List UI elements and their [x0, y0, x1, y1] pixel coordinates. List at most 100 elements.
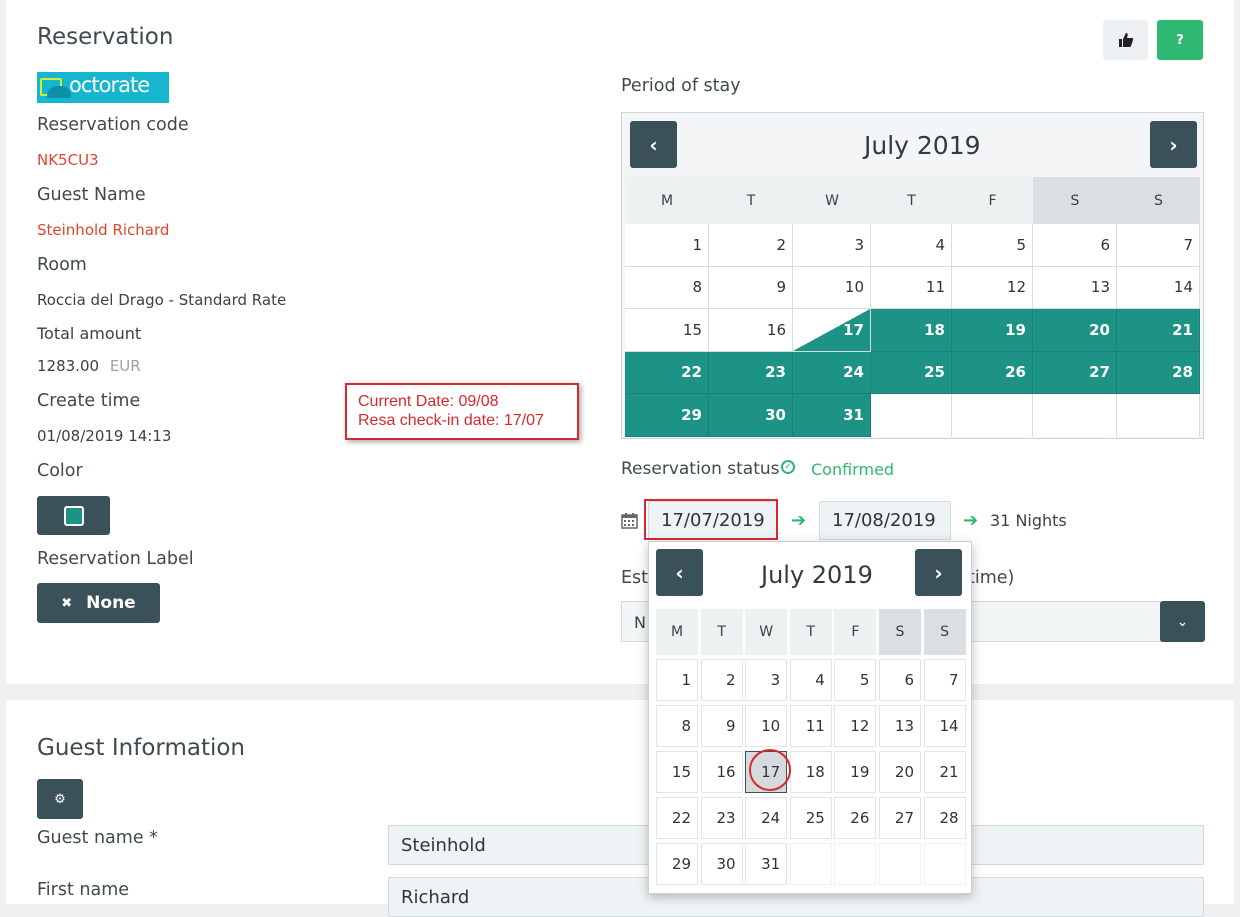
popup-calendar-day[interactable]: 1 — [656, 659, 698, 701]
popup-calendar-day[interactable]: 15 — [656, 751, 698, 793]
checkout-date-input[interactable]: 17/08/2019 — [819, 501, 951, 540]
help-button[interactable]: ? — [1157, 20, 1203, 60]
popup-calendar-day[interactable]: 3 — [745, 659, 788, 701]
popup-calendar-day[interactable]: 11 — [789, 705, 832, 747]
calendar-day[interactable]: 21 — [1117, 309, 1200, 352]
calendar-day[interactable]: 12 — [952, 266, 1033, 309]
room-value: Roccia del Drago - Standard Rate — [37, 291, 287, 309]
popup-calendar-day[interactable]: 18 — [789, 751, 832, 793]
calendar-day[interactable]: 24 — [793, 351, 871, 394]
calendar-day[interactable]: 4 — [871, 224, 952, 267]
weekday-header: S — [1033, 177, 1117, 224]
gears-icon: ⚙ — [54, 791, 66, 807]
popup-calendar-day[interactable]: 7 — [923, 659, 966, 701]
selected-day-circle — [749, 749, 791, 791]
calendar-day[interactable]: 20 — [1033, 309, 1117, 352]
period-calendar: ‹ July 2019 › M T W T F S S 1 2 3 4 5 6 7 8 9 10 11 12 13 14… — [621, 112, 1204, 439]
popup-calendar-day[interactable]: 24 — [745, 797, 788, 839]
calendar-day[interactable]: 22 — [625, 351, 709, 394]
create-time-value: 01/08/2019 14:13 — [37, 427, 172, 445]
calendar-empty-cell — [1117, 394, 1200, 437]
color-picker-button[interactable] — [37, 496, 110, 535]
calendar-day[interactable]: 30 — [709, 394, 793, 437]
calendar-day[interactable]: 5 — [952, 224, 1033, 267]
popup-calendar-day[interactable]: 14 — [923, 705, 966, 747]
calendar-next-button[interactable]: › — [1150, 121, 1197, 168]
first-name-field-label: First name — [37, 880, 130, 900]
calendar-day[interactable]: 29 — [625, 394, 709, 437]
reservation-code-label: Reservation code — [37, 115, 189, 135]
calendar-day[interactable]: 3 — [793, 224, 871, 267]
calendar-day[interactable]: 9 — [709, 266, 793, 309]
estimated-arrival-label-start: Est — [621, 568, 649, 588]
calendar-day[interactable]: 13 — [1033, 266, 1117, 309]
calendar-day[interactable]: 6 — [1033, 224, 1117, 267]
popup-calendar-day[interactable]: 8 — [656, 705, 698, 747]
calendar-day[interactable]: 1 — [625, 224, 709, 267]
popup-calendar-day[interactable]: 21 — [923, 751, 966, 793]
popup-calendar-day[interactable]: 6 — [879, 659, 921, 701]
popup-calendar-day[interactable]: 25 — [789, 797, 832, 839]
calendar-day[interactable]: 14 — [1117, 266, 1200, 309]
calendar-day[interactable]: 17 — [793, 309, 871, 352]
weekday-header: M — [625, 177, 709, 224]
popup-calendar-day[interactable]: 31 — [745, 843, 788, 885]
guest-settings-button[interactable]: ⚙ — [37, 779, 83, 819]
calendar-day[interactable]: 10 — [793, 266, 871, 309]
popup-calendar-day[interactable]: 29 — [656, 843, 698, 885]
popup-calendar-day[interactable]: 2 — [700, 659, 743, 701]
popup-calendar-day[interactable]: 28 — [923, 797, 966, 839]
select-dropdown-button[interactable]: ⌄ — [1160, 601, 1205, 642]
popup-calendar-day[interactable]: 26 — [834, 797, 877, 839]
total-amount-number: 1283.00 — [37, 357, 100, 375]
guest-name-value[interactable]: Steinhold Richard — [37, 221, 169, 239]
popup-calendar-day[interactable]: 16 — [700, 751, 743, 793]
popup-calendar-day[interactable]: 4 — [789, 659, 832, 701]
popup-weekday-header: S — [879, 609, 921, 655]
calendar-day[interactable]: 26 — [952, 351, 1033, 394]
popup-next-button[interactable]: › — [915, 549, 962, 596]
calendar-day[interactable]: 19 — [952, 309, 1033, 352]
check-circle-icon: ✓ — [781, 460, 795, 474]
weekday-header: W — [793, 177, 871, 224]
popup-calendar-day[interactable]: 5 — [834, 659, 877, 701]
weekday-header: F — [952, 177, 1033, 224]
calendar-day[interactable]: 31 — [793, 394, 871, 437]
popup-calendar-day[interactable]: 13 — [879, 705, 921, 747]
popup-empty-cell — [879, 843, 921, 885]
popup-calendar-day[interactable]: 10 — [745, 705, 788, 747]
calendar-day[interactable]: 15 — [625, 309, 709, 352]
guest-name-field-label: Guest name * — [37, 828, 158, 848]
calendar-day[interactable]: 2 — [709, 224, 793, 267]
calendar-empty-cell — [952, 394, 1033, 437]
popup-weekday-header: F — [834, 609, 877, 655]
color-swatch — [63, 505, 84, 526]
create-time-label: Create time — [37, 391, 141, 411]
calendar-day[interactable]: 27 — [1033, 351, 1117, 394]
popup-empty-cell — [789, 843, 832, 885]
calendar-empty-cell — [1033, 394, 1117, 437]
popup-calendar-day[interactable]: 27 — [879, 797, 921, 839]
calendar-day[interactable]: 8 — [625, 266, 709, 309]
popup-weekday-header: T — [700, 609, 743, 655]
popup-prev-button[interactable]: ‹ — [656, 549, 703, 596]
calendar-day[interactable]: 11 — [871, 266, 952, 309]
calendar-day[interactable]: 28 — [1117, 351, 1200, 394]
popup-calendar-day[interactable]: 19 — [834, 751, 877, 793]
popup-calendar-day[interactable]: 22 — [656, 797, 698, 839]
checkin-highlight — [644, 499, 778, 540]
calendar-prev-button[interactable]: ‹ — [630, 121, 677, 168]
estimated-arrival-value: N — [634, 613, 646, 632]
calendar-day[interactable]: 25 — [871, 351, 952, 394]
popup-calendar-day[interactable]: 9 — [700, 705, 743, 747]
calendar-day[interactable]: 23 — [709, 351, 793, 394]
calendar-day[interactable]: 16 — [709, 309, 793, 352]
popup-calendar-day[interactable]: 12 — [834, 705, 877, 747]
popup-calendar-day[interactable]: 20 — [879, 751, 921, 793]
reservation-label-button[interactable]: ✖ None — [37, 583, 160, 623]
like-button[interactable] — [1103, 20, 1148, 60]
popup-calendar-day[interactable]: 30 — [700, 843, 743, 885]
calendar-day[interactable]: 7 — [1117, 224, 1200, 267]
calendar-day[interactable]: 18 — [871, 309, 952, 352]
popup-calendar-day[interactable]: 23 — [700, 797, 743, 839]
